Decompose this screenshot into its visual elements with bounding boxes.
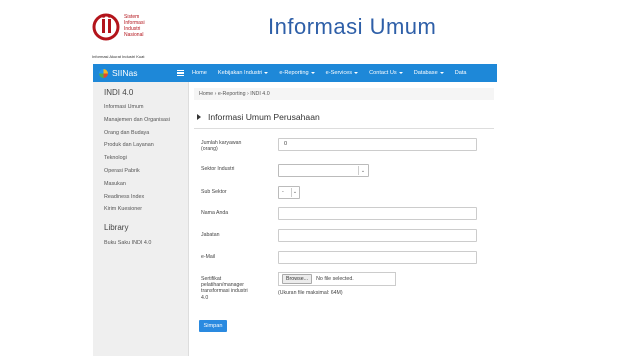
slide-title: Informasi Umum bbox=[268, 14, 437, 39]
jabatan-input[interactable] bbox=[278, 229, 477, 242]
caret-down-icon bbox=[264, 72, 269, 74]
chevron-down-icon: ⌄ bbox=[291, 188, 298, 197]
nama-input[interactable] bbox=[278, 207, 477, 220]
chevron-down-icon: ⌄ bbox=[358, 166, 367, 175]
sidebar-item-readiness-index[interactable]: Readiness Index bbox=[104, 191, 188, 204]
email-label: e-Mail bbox=[201, 254, 216, 260]
sidebar-heading-library: Library bbox=[104, 223, 129, 233]
nav-item-e-services[interactable]: e-Services bbox=[326, 70, 359, 76]
logo-line: Nasional bbox=[124, 32, 144, 38]
caret-down-icon bbox=[354, 72, 359, 74]
nav-item-database[interactable]: Database bbox=[414, 70, 444, 76]
sidebar-item-kirim-kuesioner[interactable]: Kirim Kuesioner bbox=[104, 203, 188, 216]
siinas-logo-mark-icon bbox=[92, 13, 120, 41]
nav-items: Home Kebijakan Industri e-Reporting e-Se… bbox=[192, 64, 478, 82]
app-window: SIINas Home Kebijakan Industri e-Reporti… bbox=[93, 64, 497, 356]
brand-logo-icon bbox=[99, 68, 108, 78]
file-size-hint: (Ukuran file maksimal: 64M) bbox=[278, 290, 343, 296]
breadcrumb[interactable]: Home › e-Reporting › INDI 4.0 bbox=[194, 88, 494, 100]
jumlah-karyawan-input[interactable]: 0 bbox=[278, 138, 477, 151]
caret-right-icon bbox=[197, 114, 201, 120]
caret-down-icon bbox=[310, 72, 315, 74]
top-navbar: SIINas Home Kebijakan Industri e-Reporti… bbox=[93, 64, 497, 82]
sertifikat-label: Sertifikat pelatihan/manager transformas… bbox=[201, 276, 248, 301]
jumlah-karyawan-label: Jumlah karyawan (orang) bbox=[201, 140, 242, 153]
main-content: Home › e-Reporting › INDI 4.0 Informasi … bbox=[189, 82, 497, 356]
nav-item-kebijakan-industri[interactable]: Kebijakan Industri bbox=[218, 70, 269, 76]
sidebar-item-manajemen[interactable]: Manajemen dan Organisasi bbox=[104, 114, 188, 127]
sidebar-item-operasi-pabrik[interactable]: Operasi Pabrik bbox=[104, 165, 188, 178]
sub-sektor-select[interactable]: - ⌄ bbox=[278, 186, 300, 199]
caret-down-icon bbox=[398, 72, 403, 74]
nav-item-data[interactable]: Data bbox=[455, 70, 467, 76]
browse-button[interactable]: Browse... bbox=[282, 274, 313, 284]
sektor-industri-select[interactable]: ⌄ bbox=[278, 164, 369, 177]
sidebar-item-produk-layanan[interactable]: Produk dan Layanan bbox=[104, 139, 188, 152]
logo-tagline: Informasi Akurat Industri Kuat bbox=[92, 54, 145, 59]
nav-item-contact-us[interactable]: Contact Us bbox=[369, 70, 403, 76]
nama-label: Nama Anda bbox=[201, 210, 229, 216]
slide: Sistem Informasi Industri Nasional Infor… bbox=[0, 0, 638, 359]
sidebar: INDI 4.0 Informasi Umum Manajemen dan Or… bbox=[93, 82, 189, 356]
nav-item-e-reporting[interactable]: e-Reporting bbox=[279, 70, 315, 76]
sub-sektor-label: Sub Sektor bbox=[201, 189, 227, 195]
file-status: No file selected. bbox=[316, 276, 354, 282]
caret-down-icon bbox=[439, 72, 444, 74]
brand[interactable]: SIINas bbox=[99, 67, 138, 79]
simpan-button[interactable]: Simpan bbox=[199, 320, 227, 332]
sertifikat-file-input[interactable]: Browse... No file selected. bbox=[278, 272, 396, 286]
sektor-industri-label: Sektor Industri bbox=[201, 166, 235, 172]
sidebar-item-informasi-umum[interactable]: Informasi Umum bbox=[104, 101, 188, 114]
sidebar-heading: INDI 4.0 bbox=[104, 88, 134, 97]
section-title-text: Informasi Umum Perusahaan bbox=[208, 112, 320, 122]
divider bbox=[194, 128, 494, 129]
sidebar-item-orang-budaya[interactable]: Orang dan Budaya bbox=[104, 127, 188, 140]
nav-item-home[interactable]: Home bbox=[192, 70, 207, 76]
logo-text: Sistem Informasi Industri Nasional bbox=[124, 14, 145, 38]
section-title: Informasi Umum Perusahaan bbox=[197, 112, 320, 122]
jabatan-label: Jabatan bbox=[201, 232, 220, 238]
sidebar-item-buku-saku[interactable]: Buku Saku INDI 4.0 bbox=[104, 237, 188, 250]
hamburger-menu-icon[interactable] bbox=[177, 68, 184, 78]
sidebar-item-teknologi[interactable]: Teknologi bbox=[104, 152, 188, 165]
sidebar-item-masukan[interactable]: Masukan bbox=[104, 178, 188, 191]
siinas-logo: Sistem Informasi Industri Nasional Infor… bbox=[92, 12, 172, 59]
brand-name: SIINas bbox=[112, 68, 138, 78]
email-input[interactable] bbox=[278, 251, 477, 264]
